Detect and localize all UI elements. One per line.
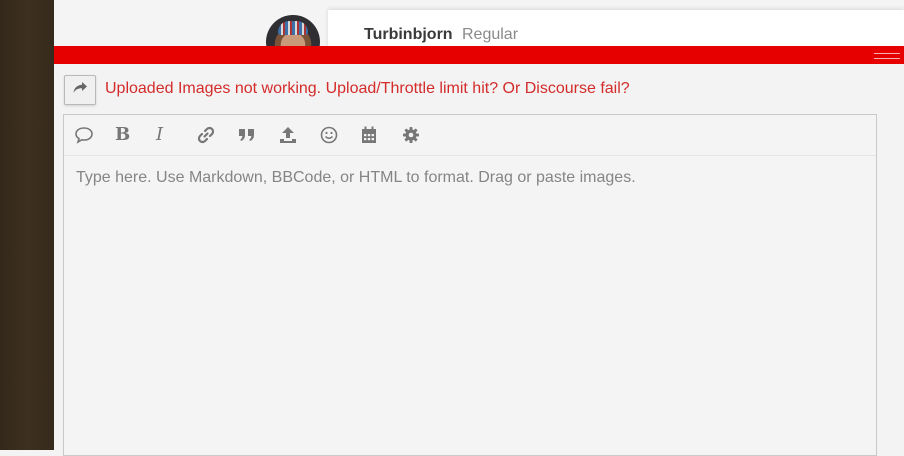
upload-icon[interactable] — [279, 115, 320, 155]
editor: B I Type here. Use Markdown, BBCode, or … — [63, 114, 877, 456]
calendar-icon[interactable] — [361, 115, 402, 155]
avatar-hat — [278, 21, 308, 35]
post-user-title: Regular — [462, 26, 519, 43]
gear-icon[interactable] — [402, 115, 443, 155]
grip-icon[interactable] — [874, 53, 900, 59]
quote-icon[interactable] — [238, 115, 279, 155]
share-arrow-icon — [72, 81, 88, 100]
reply-topic-title[interactable]: Uploaded Images not working. Upload/Thro… — [105, 80, 630, 98]
bold-label: B — [115, 124, 131, 145]
speech-bubble-icon[interactable] — [74, 115, 115, 155]
reply-composer: Uploaded Images not working. Upload/Thro… — [54, 46, 904, 456]
italic-label: I — [156, 124, 164, 145]
emoji-icon[interactable] — [320, 115, 361, 155]
reply-action-button[interactable] — [64, 75, 96, 105]
editor-textarea[interactable]: Type here. Use Markdown, BBCode, or HTML… — [76, 169, 866, 187]
post-username[interactable]: Turbinbjorn — [364, 26, 453, 44]
left-sidebar-background — [0, 0, 54, 450]
editor-toolbar: B I — [64, 115, 876, 156]
italic-icon[interactable]: I — [156, 115, 197, 155]
bold-icon[interactable]: B — [115, 115, 156, 155]
link-icon[interactable] — [197, 115, 238, 155]
composer-resize-bar[interactable] — [54, 46, 904, 64]
